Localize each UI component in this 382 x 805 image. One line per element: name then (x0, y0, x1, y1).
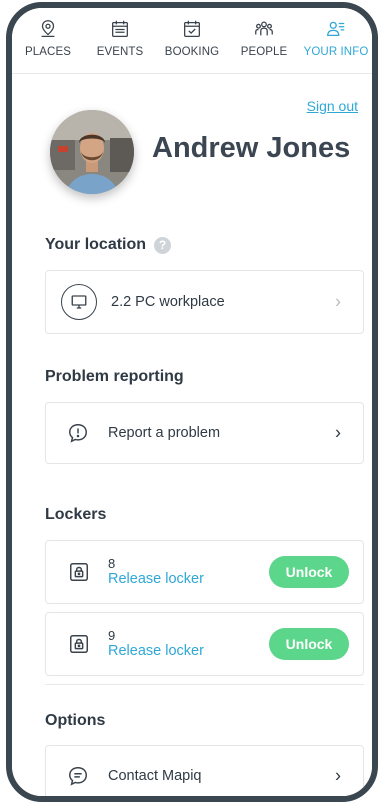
release-locker-link[interactable]: Release locker (108, 571, 204, 587)
user-name: Andrew Jones (152, 132, 351, 164)
calendar-list-icon (112, 20, 128, 37)
phone-frame: PLACES EVENTS BOOKING PEOPLE YOUR INFO S… (6, 2, 378, 802)
alert-speech-icon (66, 421, 90, 445)
tab-events[interactable]: EVENTS (84, 18, 156, 73)
release-locker-link[interactable]: Release locker (108, 643, 204, 659)
locker-number: 9 (108, 628, 116, 643)
report-problem-card[interactable]: Report a problem › (45, 402, 364, 464)
locker-number: 8 (108, 556, 116, 571)
chevron-right-icon: › (335, 765, 341, 786)
tab-your-info-label: YOUR INFO (303, 46, 369, 58)
lock-icon (70, 635, 88, 653)
tab-events-label: EVENTS (96, 46, 144, 58)
locker-card-8: 8 Release locker Unlock (45, 540, 364, 604)
unlock-button[interactable]: Unlock (269, 628, 349, 660)
lockers-section-title: Lockers (45, 506, 107, 523)
chevron-right-icon: › (335, 291, 341, 312)
avatar (50, 110, 134, 194)
report-problem-label: Report a problem (108, 425, 221, 441)
location-title: Your location (45, 236, 147, 253)
contact-mapiq-card[interactable]: Contact Mapiq › (45, 745, 364, 796)
contact-label: Contact Mapiq (108, 768, 202, 784)
help-icon[interactable]: ? (154, 236, 172, 254)
screen: PLACES EVENTS BOOKING PEOPLE YOUR INFO S… (12, 8, 372, 796)
problem-section-title: Problem reporting (45, 368, 184, 385)
people-icon (255, 21, 273, 36)
unlock-button[interactable]: Unlock (269, 556, 349, 588)
tab-your-info[interactable]: YOUR INFO (300, 18, 372, 73)
calendar-check-icon (184, 20, 200, 37)
tab-places[interactable]: PLACES (12, 18, 84, 73)
location-pin-icon (41, 20, 55, 37)
lock-icon (70, 563, 88, 581)
locker-text: 8 Release locker (108, 556, 204, 588)
avatar-photo (50, 110, 134, 194)
chat-icon (66, 764, 90, 788)
workplace-label: 2.2 PC workplace (111, 294, 225, 310)
user-info-icon (327, 21, 345, 37)
location-section-title: Your location ? (45, 236, 172, 254)
tab-booking-label: BOOKING (164, 46, 220, 58)
locker-card-9: 9 Release locker Unlock (45, 612, 364, 676)
tab-places-label: PLACES (25, 46, 71, 58)
tab-bar: PLACES EVENTS BOOKING PEOPLE YOUR INFO (12, 8, 372, 74)
locker-text: 9 Release locker (108, 628, 204, 660)
tab-booking[interactable]: BOOKING (156, 18, 228, 73)
tab-people-label: PEOPLE (240, 46, 288, 58)
tab-people[interactable]: PEOPLE (228, 18, 300, 73)
divider (45, 684, 364, 685)
monitor-icon (61, 284, 97, 320)
chevron-right-icon: › (335, 422, 341, 443)
sign-out-link[interactable]: Sign out (307, 98, 358, 114)
location-card[interactable]: 2.2 PC workplace › (45, 270, 364, 334)
options-section-title: Options (45, 712, 106, 729)
